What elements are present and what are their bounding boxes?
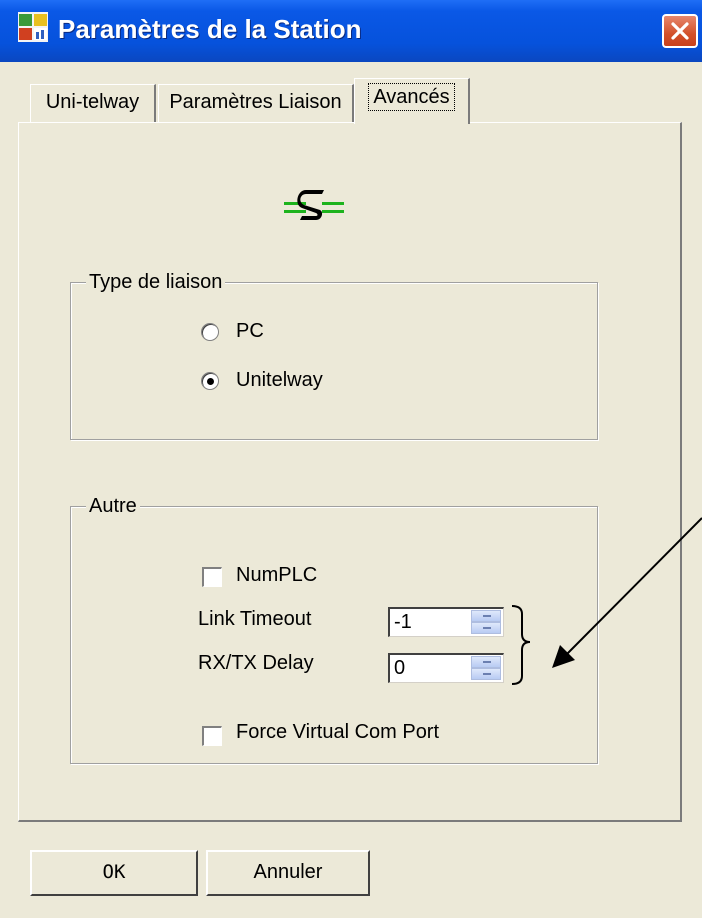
tab-avances[interactable]: Avancés	[354, 78, 470, 124]
ok-button[interactable]: OK	[30, 850, 198, 896]
label-rxtx-delay: RX/TX Delay	[198, 652, 314, 674]
tab-label: Uni-telway	[45, 91, 140, 113]
title-bar[interactable]: Paramètres de la Station	[0, 0, 702, 62]
link-timeout-value[interactable]: -1	[394, 611, 412, 634]
dialog-window: Paramètres de la Station Uni-telway Para…	[0, 0, 702, 918]
spin-down-arrow-icon[interactable]	[471, 668, 501, 680]
rxtx-delay-value[interactable]: 0	[394, 657, 405, 680]
spin-up-arrow-icon[interactable]	[471, 656, 501, 668]
radio-pc[interactable]	[201, 323, 219, 341]
checkbox-label-force-virtual-com-port[interactable]: Force Virtual Com Port	[236, 721, 439, 744]
radio-unitelway[interactable]	[201, 372, 219, 390]
link-timeout-spinner[interactable]: -1	[388, 607, 504, 637]
checkbox-force-virtual-com-port[interactable]	[202, 726, 222, 746]
close-icon	[671, 22, 689, 40]
tab-uni-telway[interactable]: Uni-telway	[30, 84, 156, 122]
radio-selected-dot	[207, 378, 214, 385]
cancel-button[interactable]: Annuler	[206, 850, 370, 896]
group-title-autre: Autre	[86, 495, 140, 518]
s-link-logo-icon	[284, 190, 344, 220]
window-title: Paramètres de la Station	[58, 14, 362, 44]
spinner-arrows[interactable]	[471, 610, 501, 634]
checkbox-label-numplc[interactable]: NumPLC	[236, 564, 317, 587]
spinner-arrows[interactable]	[471, 656, 501, 680]
spin-down-arrow-icon[interactable]	[471, 622, 501, 634]
station-app-icon	[18, 12, 48, 42]
close-button[interactable]	[662, 14, 698, 48]
group-type-de-liaison	[70, 282, 598, 440]
group-title-type-de-liaison: Type de liaison	[86, 271, 226, 294]
radio-label-unitelway[interactable]: Unitelway	[236, 369, 323, 392]
tab-parametres-liaison[interactable]: Paramètres Liaison	[158, 84, 354, 122]
label-link-timeout: Link Timeout	[198, 608, 312, 630]
checkbox-numplc[interactable]	[202, 567, 222, 587]
rxtx-delay-spinner[interactable]: 0	[388, 653, 504, 683]
tab-label: Paramètres Liaison	[169, 91, 342, 113]
spin-up-arrow-icon[interactable]	[471, 610, 501, 622]
radio-label-pc[interactable]: PC	[236, 320, 264, 343]
tab-label: Avancés	[368, 83, 455, 111]
